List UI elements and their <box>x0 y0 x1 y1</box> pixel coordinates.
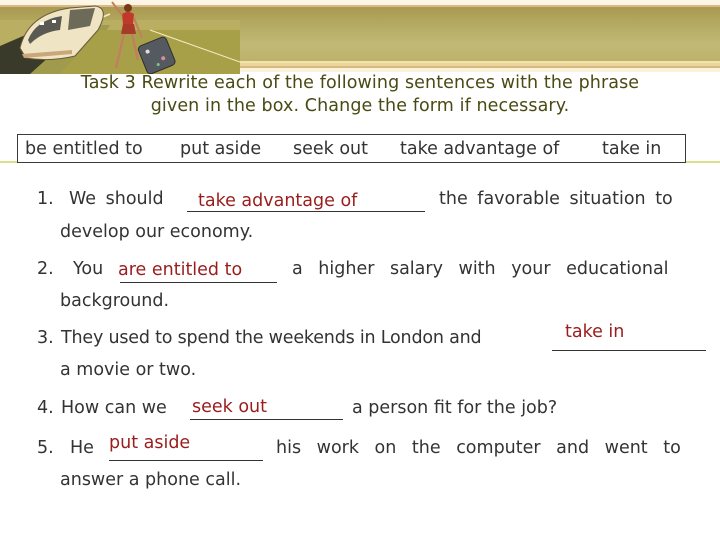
exercise-1-text-after: the favorable situation to <box>439 189 673 209</box>
divider-line <box>0 161 17 163</box>
exercise-1-number: 1. <box>37 189 54 209</box>
phrase-be-entitled-to: be entitled to <box>25 139 143 159</box>
task-instructions-line-1: Task 3 Rewrite each of the following sen… <box>80 73 640 93</box>
exercise-2-continuation: background. <box>60 291 170 311</box>
exercise-3-continuation: a movie or two. <box>60 360 197 380</box>
exercise-3-answer: take in <box>565 322 625 342</box>
exercise-4-answer: seek out <box>192 397 268 417</box>
exercise-1-text-before: We should <box>69 189 164 209</box>
exercise-3-number: 3. <box>37 328 54 348</box>
exercise-1-answer: take advantage of <box>198 191 358 211</box>
exercise-2-answer: are entitled to <box>118 260 243 280</box>
exercise-2-text-after: a higher salary with your educational <box>292 259 669 279</box>
divider-line <box>686 161 720 163</box>
header-banner <box>0 0 720 74</box>
phrase-put-aside: put aside <box>180 139 262 159</box>
exercise-4-number: 4. <box>37 398 54 418</box>
task-instructions-line-2: given in the box. Change the form if nec… <box>150 96 570 116</box>
exercise-5-number: 5. <box>37 438 54 458</box>
exercise-2-number: 2. <box>37 259 54 279</box>
phrase-bank-box: be entitled to put aside seek out take a… <box>17 134 686 163</box>
phrase-take-in: take in <box>602 139 662 159</box>
train-traveler-illustration <box>0 1 240 74</box>
exercise-4-text-after: a person fit for the job? <box>352 398 558 418</box>
exercise-1-continuation: develop our economy. <box>60 222 254 242</box>
exercise-5-continuation: answer a phone call. <box>60 470 242 490</box>
exercise-5-text-after: his work on the computer and went to <box>276 438 681 458</box>
phrase-take-advantage-of: take advantage of <box>400 139 560 159</box>
exercise-4-text-before: How can we <box>61 398 167 418</box>
phrase-seek-out: seek out <box>293 139 369 159</box>
exercise-5-text-before: He <box>70 438 94 458</box>
exercise-3-text-before: They used to spend the weekends in Londo… <box>61 328 482 348</box>
exercise-5-answer: put aside <box>109 433 191 453</box>
exercise-2-text-before: You <box>73 259 104 279</box>
task-instructions: Task 3 Rewrite each of the following sen… <box>0 72 720 118</box>
